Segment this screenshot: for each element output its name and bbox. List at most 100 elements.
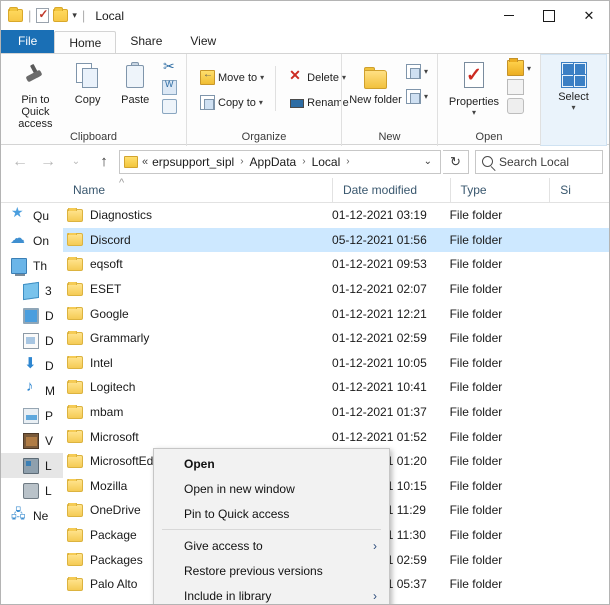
back-arrow-icon[interactable]: ← (7, 149, 33, 175)
table-row[interactable]: Diagnostics 01-12-2021 03:19 File folder (63, 203, 609, 228)
copy-to-caret-icon[interactable]: ▾ (259, 98, 263, 107)
table-row[interactable]: eqsoft 01-12-2021 09:53 File folder (63, 252, 609, 277)
recent-locations-icon[interactable]: ⌄ (63, 149, 89, 175)
paste-button[interactable]: Paste (111, 57, 159, 106)
table-row[interactable]: Intel 01-12-2021 10:05 File folder (63, 351, 609, 376)
breadcrumb-separator-3[interactable]: › (344, 156, 351, 167)
easy-access-caret-icon[interactable]: ▾ (424, 92, 428, 101)
column-header-date-modified[interactable]: Date modified (331, 177, 450, 203)
copy-to-label: Copy to (218, 96, 256, 109)
customize-qat-caret-icon[interactable]: ▾ (72, 10, 77, 21)
up-arrow-icon[interactable]: ↑ (91, 149, 117, 175)
3d-objects-icon (23, 281, 39, 300)
table-row[interactable]: Grammarly 01-12-2021 02:59 File folder (63, 326, 609, 351)
sidebar-label-drive: L (45, 483, 52, 498)
copy-to-button[interactable]: Copy to ▾ (197, 94, 267, 111)
context-menu-item[interactable]: Include in library › (154, 583, 389, 604)
breadcrumb-local[interactable]: Local (312, 155, 341, 169)
sidebar-item-pictures[interactable]: P (1, 403, 63, 428)
tab-home[interactable]: Home (54, 31, 117, 54)
sidebar-item-3d-objects[interactable]: 3 (1, 278, 63, 303)
new-item-button[interactable]: ▾ (403, 63, 431, 80)
pin-to-quick-access-button[interactable]: Pin to Quick access (7, 57, 64, 130)
sidebar-item-documents[interactable]: D (1, 328, 63, 353)
copy-to-icon (200, 95, 215, 110)
sidebar-label-onedrive: On (33, 233, 50, 248)
breadcrumb-separator-2[interactable]: › (300, 156, 307, 167)
new-folder-icon[interactable] (53, 7, 69, 22)
open-folder-button[interactable]: ▾ (504, 58, 534, 77)
minimize-button[interactable] (489, 1, 529, 30)
context-menu-item[interactable]: Give access to › (154, 533, 389, 558)
context-menu-item-label: Restore previous versions (184, 563, 323, 578)
tab-view[interactable]: View (176, 30, 230, 53)
cut-button[interactable] (159, 58, 180, 77)
table-row[interactable]: Logitech 01-12-2021 10:41 File folder (63, 375, 609, 400)
table-row[interactable]: mbam 01-12-2021 01:37 File folder (63, 400, 609, 425)
properties-caret-icon[interactable]: ▾ (472, 108, 476, 117)
move-to-button[interactable]: Move to ▾ (197, 69, 267, 86)
copy-path-button[interactable] (159, 79, 180, 96)
new-folder-button[interactable]: New folder (348, 57, 403, 106)
sidebar-item-this-pc[interactable]: Th (1, 253, 63, 278)
easy-access-button[interactable]: ▾ (403, 88, 431, 105)
new-item-caret-icon[interactable]: ▾ (424, 67, 428, 76)
desktop-icon (23, 307, 39, 324)
table-row[interactable]: Discord 05-12-2021 01:56 File folder (63, 227, 609, 253)
sidebar-item-local-disk[interactable]: L (1, 453, 63, 478)
folder-icon (67, 208, 83, 222)
maximize-button[interactable] (529, 1, 569, 30)
select-button[interactable]: Select ▾ (547, 58, 600, 112)
search-input[interactable]: Search Local (475, 149, 603, 174)
ribbon-group-label-clipboard: Clipboard (69, 131, 118, 143)
table-row[interactable]: Google 01-12-2021 12:21 File folder (63, 301, 609, 326)
edit-button[interactable] (504, 78, 534, 96)
table-row[interactable]: Microsoft 01-12-2021 01:52 File folder (63, 424, 609, 449)
breadcrumb-user[interactable]: erpsupport_sipl (152, 155, 234, 169)
context-menu-item[interactable]: Open in new window (154, 476, 389, 501)
path-dropdown-caret-icon[interactable]: ⌄ (424, 156, 436, 167)
properties-button[interactable]: ✓ Properties ▾ (444, 57, 504, 117)
open-folder-caret-icon[interactable]: ▾ (527, 64, 531, 73)
refresh-icon[interactable]: ↻ (443, 149, 469, 174)
properties-icon: ✓ (458, 61, 490, 93)
tab-file[interactable]: File (1, 30, 55, 53)
paste-shortcut-button[interactable] (159, 98, 180, 115)
column-header-size[interactable]: Si (549, 177, 609, 203)
sidebar-item-onedrive[interactable]: On (1, 228, 63, 253)
qat-divider: | (28, 8, 32, 23)
sidebar-item-desktop[interactable]: D (1, 303, 63, 328)
properties-icon[interactable] (36, 7, 50, 23)
context-menu-item[interactable]: Open (154, 451, 389, 476)
sidebar-item-drive[interactable]: L (1, 478, 63, 503)
sidebar-item-videos[interactable]: V (1, 428, 63, 453)
close-button[interactable]: ✕ (569, 1, 609, 30)
sidebar-item-music[interactable]: M (1, 378, 63, 403)
folder-icon (67, 405, 83, 419)
context-menu-item[interactable]: Pin to Quick access (154, 501, 389, 526)
move-to-caret-icon[interactable]: ▾ (260, 73, 264, 82)
forward-arrow-icon[interactable]: → (35, 149, 61, 175)
address-path-box[interactable]: « erpsupport_sipl › AppData › Local › ⌄ (119, 149, 441, 174)
folder-icon (67, 257, 83, 271)
column-header-name[interactable]: ^ Name (63, 177, 332, 203)
table-row[interactable]: ESET 01-12-2021 02:07 File folder (63, 277, 609, 302)
folder-icon[interactable] (8, 7, 23, 22)
sidebar-item-quick-access[interactable]: Qu (1, 203, 63, 228)
breadcrumb-appdata[interactable]: AppData (250, 155, 297, 169)
path-overflow-icon[interactable]: « (142, 156, 148, 168)
context-menu-item[interactable]: Restore previous versions (154, 558, 389, 583)
move-to-icon (200, 69, 215, 85)
breadcrumb-separator-1[interactable]: › (238, 156, 245, 167)
copy-button[interactable]: Copy (64, 57, 112, 106)
file-name-cell: Microsoft (63, 429, 332, 444)
sidebar-item-downloads[interactable]: D (1, 353, 63, 378)
select-caret-icon[interactable]: ▾ (571, 103, 575, 112)
file-explorer-window: | ▾ | Local ✕ File Home Share View Pin t… (0, 0, 610, 605)
file-type-cell: File folder (449, 552, 503, 567)
file-type-cell: File folder (449, 257, 503, 272)
history-button[interactable] (504, 97, 534, 115)
tab-share[interactable]: Share (116, 30, 176, 53)
column-header-type[interactable]: Type (449, 177, 550, 203)
sidebar-item-network[interactable]: Ne (1, 503, 63, 528)
